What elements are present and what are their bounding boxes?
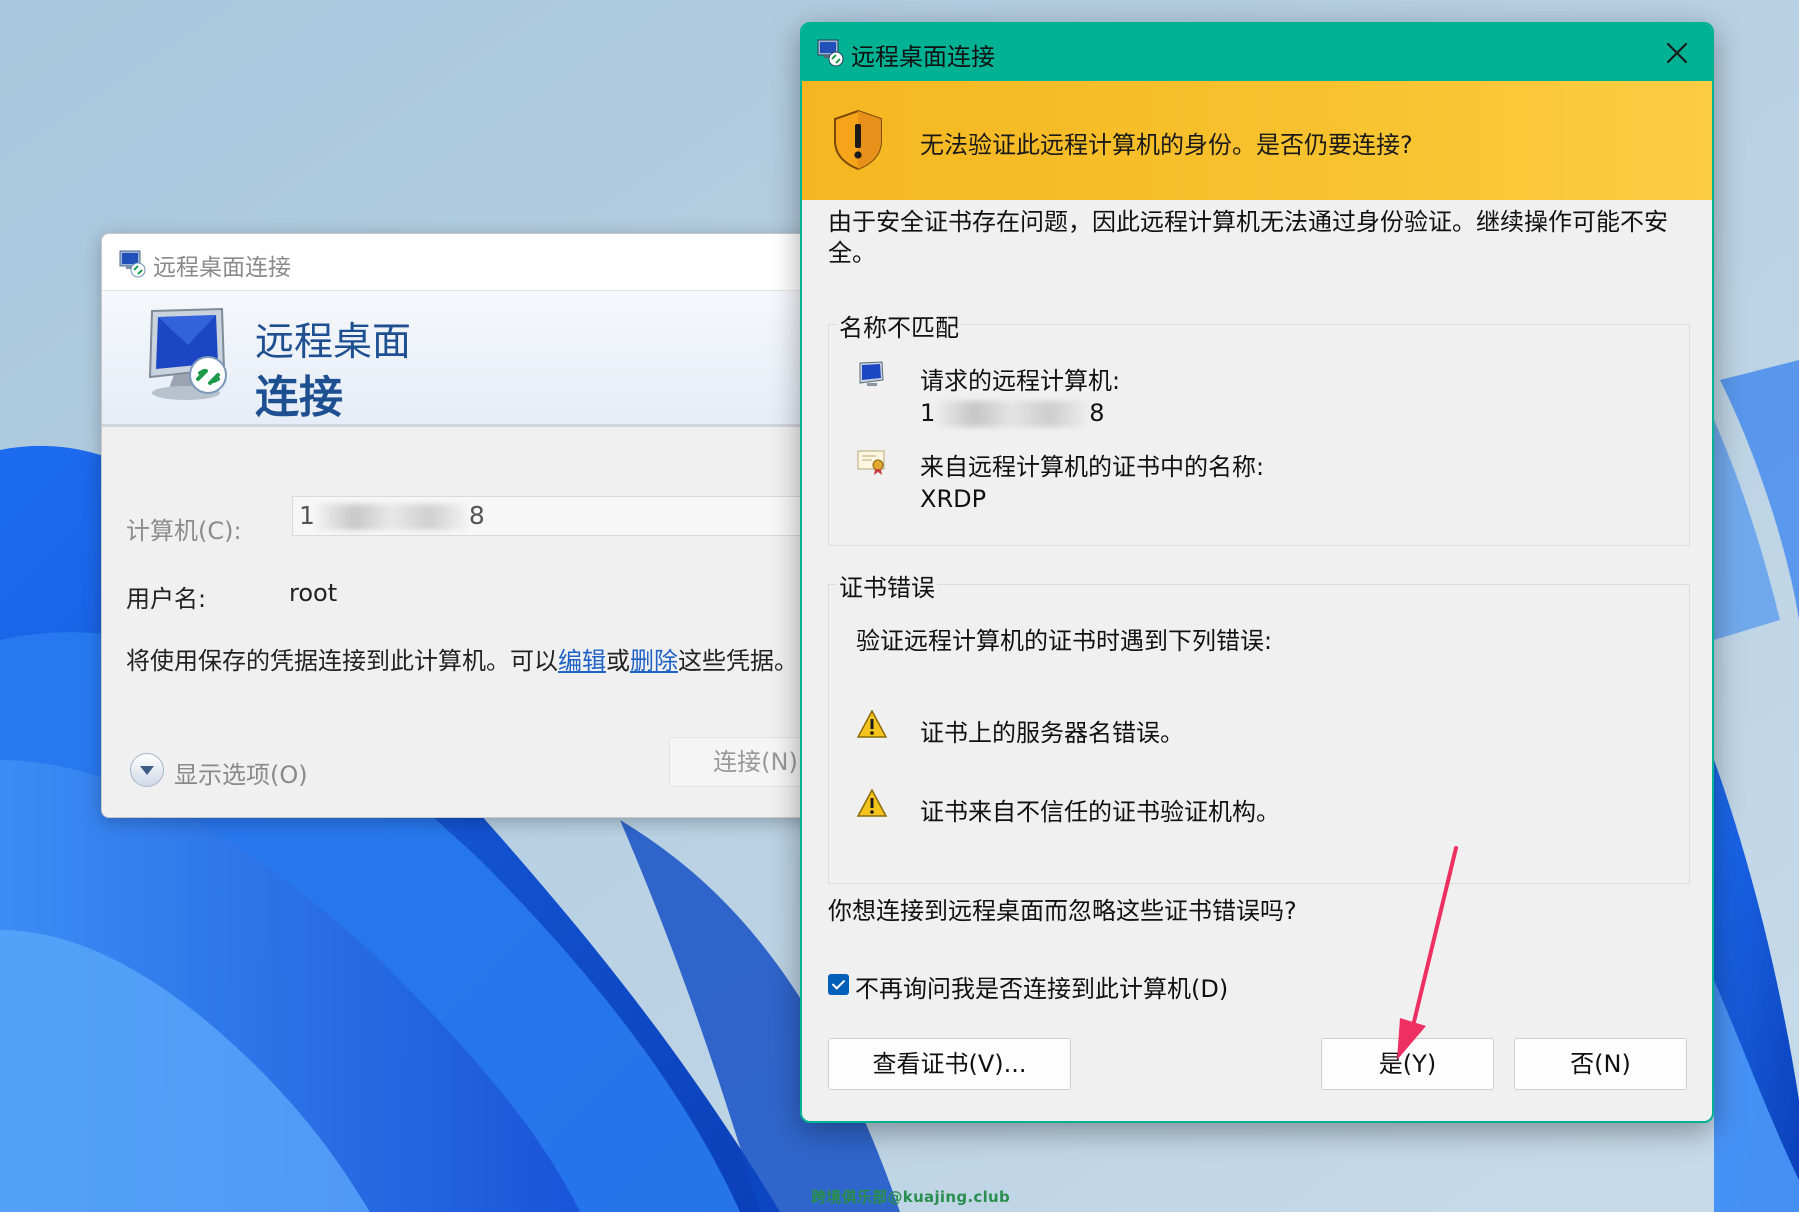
cert-name-value: XRDP: [920, 485, 987, 513]
saved-text-after: 这些凭据。: [678, 647, 798, 675]
saved-text-before: 将使用保存的凭据连接到此计算机。可以: [126, 647, 558, 675]
rdp-app-icon: [119, 250, 146, 278]
yes-button[interactable]: 是(Y): [1321, 1038, 1494, 1090]
view-certificate-button[interactable]: 查看证书(V)...: [828, 1038, 1071, 1090]
show-options-label: 显示选项(O): [174, 761, 308, 789]
chevron-down-icon: [130, 753, 164, 787]
rdp-app-icon: [817, 39, 844, 67]
requested-computer-label: 请求的远程计算机:: [920, 367, 1121, 395]
dont-ask-again-checkbox[interactable]: [828, 974, 849, 995]
banner-title-line2: 连接: [255, 372, 343, 423]
requested-computer-value: 18: [920, 399, 1105, 427]
name-mismatch-legend: 名称不匹配: [837, 308, 961, 343]
monitor-icon: [148, 307, 227, 400]
username-value: root: [289, 579, 338, 607]
warning-headline: 无法验证此远程计算机的身份。是否仍要连接?: [920, 131, 1413, 159]
shield-warning-icon: [834, 109, 882, 171]
cert-warning-dialog: 远程桌面连接 无法验证此远程计算机的身份。是否仍要连接? 由于安全证书存在问题，…: [800, 22, 1714, 1123]
cert-error-item: 证书来自不信任的证书验证机构。: [920, 798, 1280, 826]
cert-name-label: 来自远程计算机的证书中的名称:: [920, 453, 1265, 481]
or-text: 或: [606, 647, 630, 675]
close-icon[interactable]: [1656, 32, 1698, 74]
requested-value-start: 1: [920, 399, 936, 427]
dialog-titlebar: 远程桌面连接: [802, 24, 1712, 81]
rdp-banner: 远程桌面 连接: [102, 291, 840, 427]
computer-input[interactable]: 18: [292, 496, 840, 536]
cert-error-item: 证书上的服务器名错误。: [920, 719, 1184, 747]
monitor-icon: [859, 361, 884, 386]
computer-label: 计算机(C):: [126, 517, 242, 545]
computer-value-start: 1: [299, 501, 315, 530]
redacted-blur: [316, 504, 467, 530]
rdp-main-window: 远程桌面连接 远程桌面 连接 计算机(C): 18 用户名: root 将使用保…: [101, 233, 841, 818]
cert-errors-intro: 验证远程计算机的证书时遇到下列错误:: [856, 627, 1273, 655]
computer-value-end: 8: [468, 501, 485, 530]
cert-errors-group: 证书错误 验证远程计算机的证书时遇到下列错误: 证书上的服务器名错误。 证书来自…: [828, 568, 1690, 884]
rdp-main-titlebar: 远程桌面连接: [102, 234, 840, 291]
certificate-icon: [857, 450, 885, 475]
warning-banner: 无法验证此远程计算机的身份。是否仍要连接?: [802, 81, 1712, 200]
dont-ask-again-label: 不再询问我是否连接到此计算机(D): [855, 975, 1229, 1003]
redacted-blur: [937, 401, 1088, 427]
saved-credentials-text: 将使用保存的凭据连接到此计算机。可以编辑或删除这些凭据。: [126, 641, 798, 676]
warning-triangle-icon: [856, 788, 888, 817]
banner-title-line1: 远程桌面: [255, 320, 412, 365]
delete-credentials-link[interactable]: 删除: [630, 647, 678, 675]
watermark: 跨境俱乐部@kuajing.club: [811, 1188, 1011, 1206]
cert-errors-legend: 证书错误: [837, 568, 937, 603]
intro-text: 由于安全证书存在问题，因此远程计算机无法通过身份验证。继续操作可能不安全。: [828, 208, 1668, 267]
name-mismatch-group: 名称不匹配 请求的远程计算机: 18 来自远程计算机的证书中的名称: XRDP: [828, 308, 1690, 546]
dialog-title: 远程桌面连接: [851, 43, 995, 71]
no-button[interactable]: 否(N): [1514, 1038, 1687, 1090]
edit-credentials-link[interactable]: 编辑: [558, 647, 606, 675]
warning-triangle-icon: [856, 709, 888, 738]
ignore-errors-question: 你想连接到远程桌面而忽略这些证书错误吗?: [828, 897, 1297, 925]
requested-value-end: 8: [1089, 399, 1105, 427]
rdp-main-title: 远程桌面连接: [153, 255, 291, 281]
username-label: 用户名:: [126, 585, 207, 613]
